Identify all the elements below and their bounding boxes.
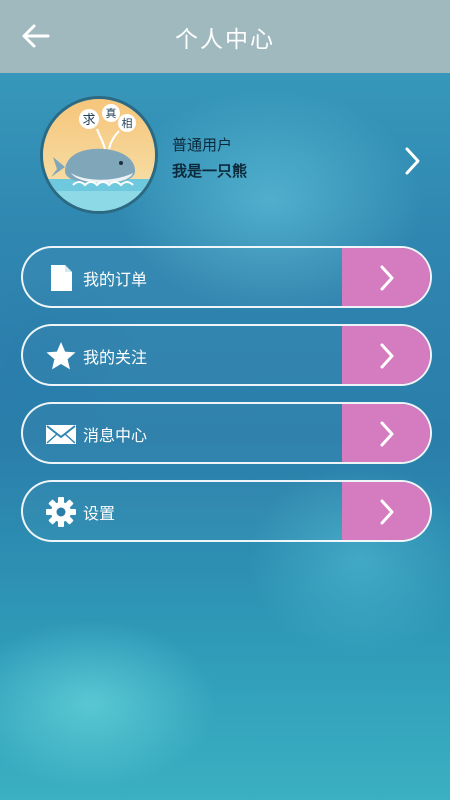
back-arrow-icon <box>22 24 50 48</box>
menu-item-orders[interactable]: 我的订单 <box>21 246 432 308</box>
page-title: 个人中心 <box>175 26 275 53</box>
top-bar: 个人中心 <box>0 0 450 73</box>
menu-item-messages[interactable]: 消息中心 <box>21 402 432 464</box>
menu-item-label: 我的关注 <box>83 348 148 367</box>
gear-icon <box>45 496 77 528</box>
profile-card[interactable]: 求 真 相 普通用户 我是一只熊 <box>0 93 450 225</box>
whale-avatar-image: 求 真 相 <box>43 99 155 211</box>
menu-arrow-button[interactable] <box>342 404 430 462</box>
avatar[interactable]: 求 真 相 <box>40 96 158 214</box>
profile-arrow-button[interactable] <box>400 145 424 177</box>
user-type-label: 普通用户 <box>172 136 233 154</box>
menu-item-settings[interactable]: 设置 <box>21 480 432 542</box>
avatar-char-1: 求 <box>82 113 95 128</box>
star-icon <box>45 340 77 372</box>
document-icon <box>45 262 77 294</box>
chevron-right-icon <box>380 421 394 447</box>
chevron-right-icon <box>380 265 394 291</box>
menu-item-label: 设置 <box>83 504 116 523</box>
username: 我是一只熊 <box>172 162 248 180</box>
chevron-right-icon <box>380 499 394 525</box>
avatar-char-3: 相 <box>122 117 133 130</box>
envelope-icon <box>45 418 77 450</box>
menu-item-follow[interactable]: 我的关注 <box>21 324 432 386</box>
menu-item-label: 我的订单 <box>83 270 148 289</box>
chevron-right-icon <box>380 343 394 369</box>
avatar-char-2: 真 <box>106 106 117 120</box>
back-button[interactable] <box>20 20 52 52</box>
menu-arrow-button[interactable] <box>342 326 430 384</box>
menu-item-label: 消息中心 <box>83 426 148 445</box>
chevron-right-icon <box>405 147 420 175</box>
menu-arrow-button[interactable] <box>342 248 430 306</box>
menu-arrow-button[interactable] <box>342 482 430 540</box>
